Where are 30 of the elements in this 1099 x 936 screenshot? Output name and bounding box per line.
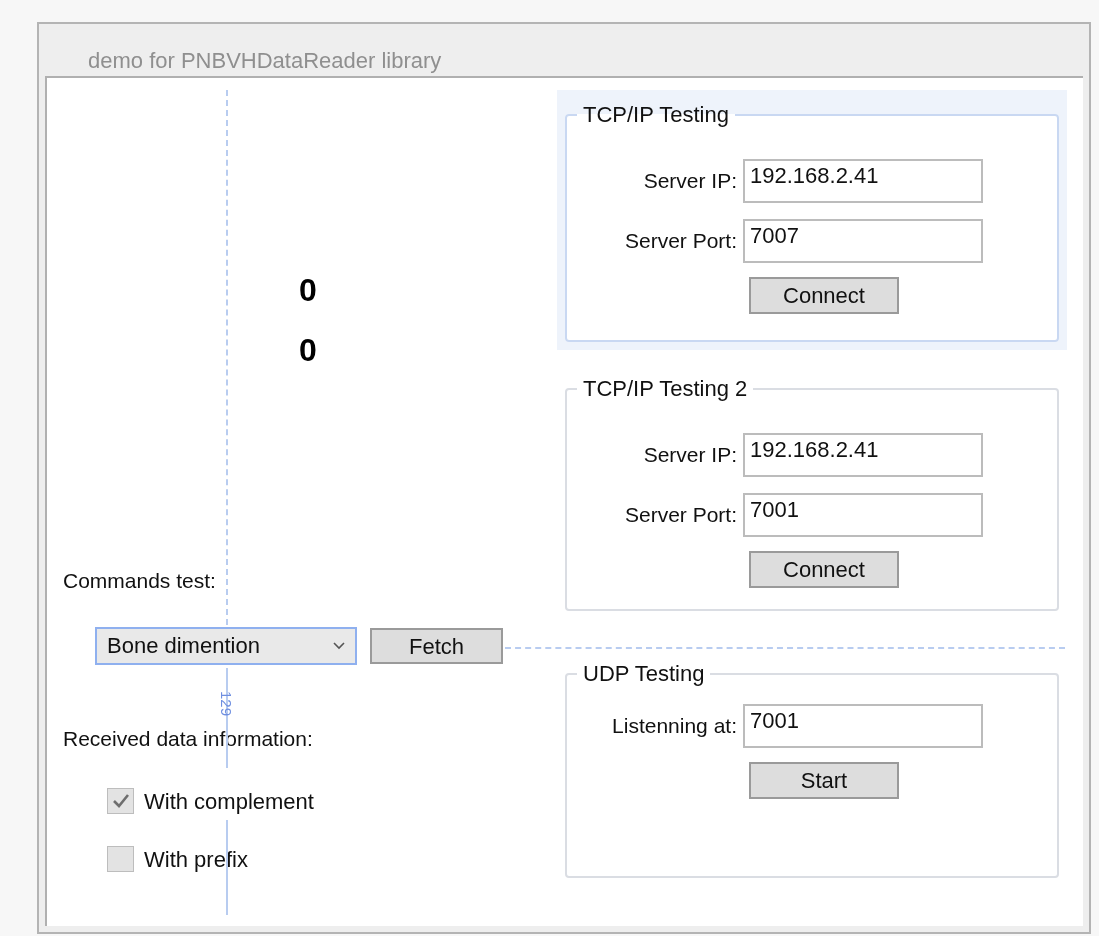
input-field[interactable]: 192.168.2.41 [743,433,983,477]
check-icon [111,793,130,809]
field-label: Server IP: [642,442,738,469]
group-title: UDP Testing [582,660,706,688]
counter-value: 0 [299,272,317,308]
field-label: Server Port: [623,502,738,529]
commands-label: Commands test: [63,569,216,592]
checkbox[interactable] [107,788,134,814]
field-label: Server IP: [642,168,738,195]
action-button[interactable]: Connect [749,551,899,588]
fetch-button[interactable]: Fetch [370,627,503,664]
input-field[interactable]: 7001 [743,493,983,537]
action-button[interactable]: Start [749,762,899,799]
combo-box[interactable]: Bone dimention [95,626,357,665]
action-button[interactable]: Connect [749,277,899,314]
window-title: demo for PNBVHDataReader library [88,50,442,72]
field-label: Server Port: [623,228,738,255]
checkbox-label: With complement [144,787,314,816]
checkbox-label: With prefix [144,845,248,874]
group-title: TCP/IP Testing [582,101,730,129]
group-title: TCP/IP Testing 2 [582,375,749,403]
field-label: Listenning at: [611,713,738,740]
caret-icon [333,641,345,650]
received-label: Received data information: [63,726,313,750]
input-field[interactable]: 7001 [743,704,983,748]
input-field[interactable]: 7007 [743,219,983,263]
counter-value: 0 [299,332,317,368]
input-field[interactable]: 192.168.2.41 [743,159,983,203]
checkbox[interactable] [107,846,134,872]
measurement-label: 129 [219,691,234,716]
